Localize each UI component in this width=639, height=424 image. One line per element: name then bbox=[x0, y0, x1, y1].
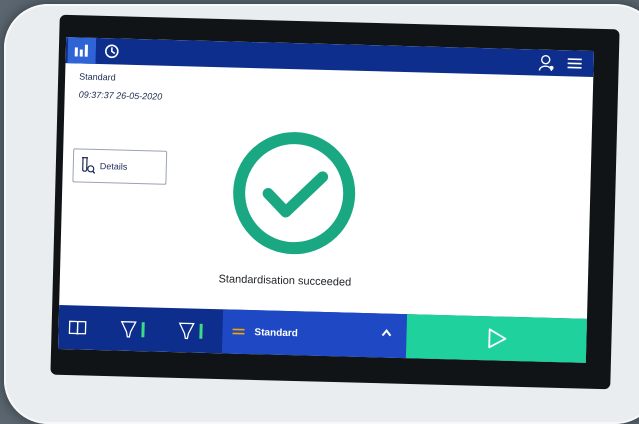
tab-results[interactable] bbox=[67, 37, 96, 64]
book-icon bbox=[68, 319, 86, 335]
measurement-timestamp: 09:37:37 26-05-2020 bbox=[79, 89, 163, 101]
chevron-up-icon bbox=[380, 327, 392, 337]
bar-chart-icon bbox=[74, 43, 90, 57]
status-message: Standardisation succeeded bbox=[195, 273, 375, 290]
start-button[interactable] bbox=[406, 314, 587, 363]
cup-icon bbox=[177, 320, 208, 341]
user-settings-button[interactable] bbox=[533, 49, 560, 76]
manual-button[interactable] bbox=[58, 305, 97, 350]
tube-search-icon bbox=[80, 157, 96, 175]
main-menu-button[interactable] bbox=[561, 50, 588, 77]
details-button[interactable]: Details bbox=[72, 148, 167, 184]
user-settings-icon bbox=[537, 53, 555, 71]
checkmark-circle-icon bbox=[229, 128, 360, 259]
cuvette-2-button[interactable] bbox=[170, 308, 215, 353]
method-selector-label: Standard bbox=[254, 327, 298, 339]
hamburger-menu-icon bbox=[566, 56, 582, 70]
cuvette-1-button[interactable] bbox=[114, 307, 155, 352]
history-icon bbox=[104, 43, 120, 59]
list-icon bbox=[232, 327, 244, 337]
details-label: Details bbox=[100, 161, 128, 172]
play-icon bbox=[485, 327, 508, 350]
touch-screen: Standard 09:37:37 26-05-2020 Details Sta… bbox=[58, 37, 594, 363]
method-selector[interactable]: Standard bbox=[222, 309, 407, 358]
tab-history[interactable] bbox=[97, 38, 126, 65]
method-name: Standard bbox=[79, 71, 116, 82]
cup-icon bbox=[119, 319, 150, 340]
